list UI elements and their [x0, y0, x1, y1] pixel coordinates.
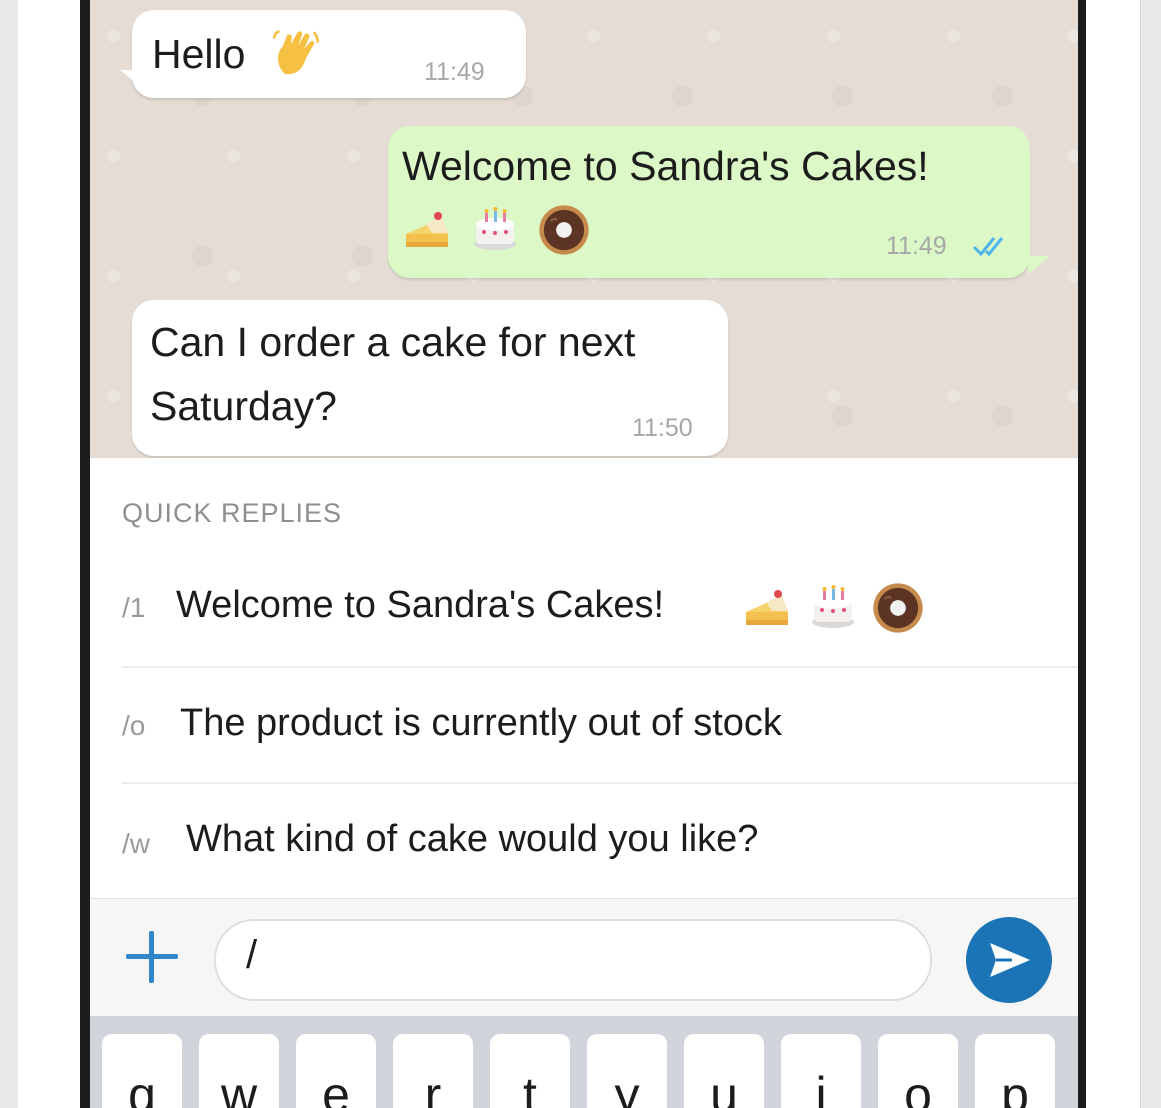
- quick-replies-header: QUICK REPLIES: [122, 498, 343, 528]
- key-i[interactable]: i: [781, 1034, 861, 1108]
- key-y[interactable]: y: [587, 1034, 667, 1108]
- quick-reply-shortcut: /o: [122, 710, 146, 741]
- keyboard: q w e r t y u i o p: [90, 1016, 1078, 1108]
- quick-reply-text: The product is currently out of stock: [180, 702, 782, 744]
- key-e[interactable]: e: [296, 1034, 376, 1108]
- doughnut-icon: [536, 202, 592, 258]
- key-q[interactable]: q: [102, 1034, 182, 1108]
- bubble-tail: [1028, 256, 1050, 274]
- quick-reply-item[interactable]: /o The product is currently out of stock: [122, 668, 1078, 786]
- phone-screen: Hello 11:49 Welcome to Sandra's Cakes! 1…: [90, 0, 1078, 1108]
- key-r[interactable]: r: [393, 1034, 473, 1108]
- quick-reply-item[interactable]: /w What kind of cake would you like?: [122, 784, 1078, 902]
- quick-reply-text: What kind of cake would you like?: [186, 818, 759, 860]
- message-input[interactable]: /: [214, 919, 932, 1001]
- quick-reply-shortcut: /1: [122, 592, 146, 623]
- message-bubble-incoming[interactable]: Can I order a cake for next Saturday? 11…: [132, 300, 728, 456]
- message-time: 11:49: [424, 58, 485, 86]
- read-receipt-icon: [972, 237, 1004, 257]
- quick-reply-text: Welcome to Sandra's Cakes!: [176, 584, 665, 626]
- message-text: Hello: [152, 31, 246, 77]
- phone-bezel-left: [18, 0, 80, 1108]
- waving-hand-icon: [270, 28, 322, 80]
- birthday-cake-icon: [470, 204, 520, 254]
- message-text-line-1: Can I order a cake for next: [150, 319, 636, 365]
- key-t[interactable]: t: [490, 1034, 570, 1108]
- send-icon: [990, 943, 1030, 977]
- message-text-line-2: Saturday?: [150, 383, 337, 429]
- phone-frame-left: [80, 0, 90, 1108]
- bubble-tail: [120, 70, 142, 88]
- key-u[interactable]: u: [684, 1034, 764, 1108]
- phone-edge-left: [0, 0, 19, 1108]
- plus-icon[interactable]: [122, 927, 182, 987]
- message-composer: /: [90, 898, 1078, 1017]
- doughnut-icon: [870, 580, 926, 636]
- shortcake-icon: [742, 582, 792, 632]
- phone-edge-right: [1140, 0, 1161, 1108]
- birthday-cake-icon: [808, 582, 858, 632]
- chat-thread[interactable]: Hello 11:49 Welcome to Sandra's Cakes! 1…: [90, 0, 1078, 458]
- send-button[interactable]: [966, 917, 1052, 1003]
- message-time: 11:50: [632, 414, 693, 442]
- key-p[interactable]: p: [975, 1034, 1055, 1108]
- key-w[interactable]: w: [199, 1034, 279, 1108]
- key-o[interactable]: o: [878, 1034, 958, 1108]
- message-time: 11:49: [886, 232, 947, 260]
- message-text: Welcome to Sandra's Cakes!: [402, 143, 929, 189]
- phone-bezel-right: [1086, 0, 1140, 1108]
- quick-reply-item[interactable]: /1 Welcome to Sandra's Cakes!: [122, 548, 1078, 666]
- shortcake-icon: [402, 204, 452, 254]
- quick-replies-panel: QUICK REPLIES /1 Welcome to Sandra's Cak…: [90, 458, 1078, 898]
- message-bubble-incoming[interactable]: Hello 11:49: [132, 10, 526, 98]
- message-input-value: /: [246, 933, 258, 977]
- message-bubble-outgoing[interactable]: Welcome to Sandra's Cakes! 11:49: [388, 126, 1030, 278]
- quick-reply-shortcut: /w: [122, 828, 150, 859]
